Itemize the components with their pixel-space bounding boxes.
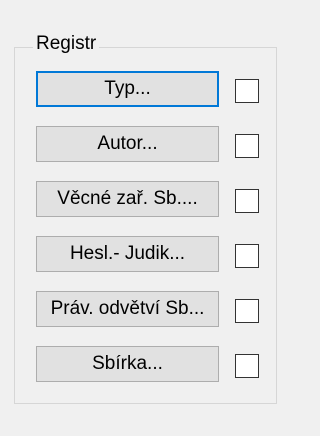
autor-button[interactable]: Autor... bbox=[36, 126, 219, 162]
pravni-odvetvi-checkbox[interactable] bbox=[235, 299, 259, 323]
typ-button[interactable]: Typ... bbox=[36, 71, 219, 107]
pravni-odvetvi-button[interactable]: Práv. odvětví Sb... bbox=[36, 291, 219, 327]
registr-group-label: Registr bbox=[33, 33, 100, 55]
hesla-judikatury-checkbox[interactable] bbox=[235, 244, 259, 268]
hesla-judikatury-button[interactable]: Hesl.- Judik... bbox=[36, 236, 219, 272]
sbirka-button[interactable]: Sbírka... bbox=[36, 346, 219, 382]
autor-checkbox[interactable] bbox=[235, 134, 259, 158]
typ-checkbox[interactable] bbox=[235, 79, 259, 103]
vecne-zarazeni-checkbox[interactable] bbox=[235, 189, 259, 213]
sbirka-checkbox[interactable] bbox=[235, 354, 259, 378]
vecne-zarazeni-button[interactable]: Věcné zař. Sb.... bbox=[36, 181, 219, 217]
